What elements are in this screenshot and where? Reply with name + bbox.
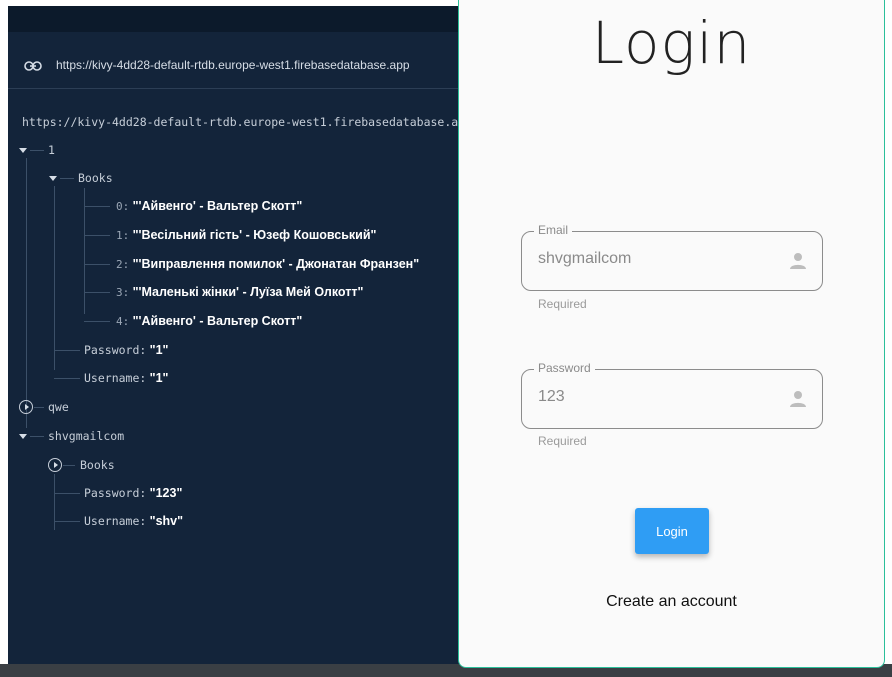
field-key: Username: [84,514,147,528]
book-index: 3: [116,286,130,299]
field-key: Password: [84,343,147,357]
database-tree: https://kivy-4dd28-default-rtdb.europe-w… [8,90,478,650]
collapse-caret-icon[interactable] [19,434,27,439]
database-toolbar [8,6,478,32]
book-entry[interactable]: 1: "'Весільний гість' - Юзеф Кошовський" [116,227,376,244]
book-entry[interactable]: 2: "'Виправлення помилок' - Джонатан Фра… [116,256,419,273]
tree-node-books[interactable]: Books [80,457,115,473]
login-card: Login Email Required Password Required L… [458,0,885,668]
account-icon [790,253,806,269]
field-value[interactable]: "1" [150,371,169,385]
screen: https://kivy-4dd28-default-rtdb.europe-w… [0,0,892,677]
password-input[interactable] [538,388,778,406]
tree-node-books[interactable]: Books [78,170,113,186]
book-entry[interactable]: 4: "'Айвенго' - Вальтер Скотт" [116,313,302,330]
tree-node-1[interactable]: 1 [48,142,55,158]
book-index: 1: [116,229,130,242]
tree-connector [54,493,80,494]
password-label: Password [534,361,595,375]
book-index: 4: [116,315,130,328]
email-input[interactable] [538,250,778,268]
book-title[interactable]: "'Весільний гість' - Юзеф Кошовський" [133,228,377,242]
collapse-caret-icon[interactable] [49,176,57,181]
book-title[interactable]: "'Айвенго' - Вальтер Скотт" [133,199,303,213]
database-url[interactable]: https://kivy-4dd28-default-rtdb.europe-w… [56,58,410,72]
tree-connector [30,436,44,437]
tree-node-shvgmailcom[interactable]: shvgmailcom [48,428,124,444]
tree-guide [26,158,27,428]
field-value[interactable]: "shv" [150,514,183,528]
link-icon [24,61,42,71]
account-icon [790,391,806,407]
expand-icon[interactable] [48,458,62,472]
field-entry[interactable]: Username: "1" [84,370,168,386]
database-panel: https://kivy-4dd28-default-rtdb.europe-w… [8,6,478,670]
tree-guide [54,186,55,370]
tree-connector [63,465,75,466]
book-title[interactable]: "'Виправлення помилок' - Джонатан Франзе… [133,257,420,271]
divider [8,88,478,89]
tree-connector [54,350,80,351]
email-helper-text: Required [538,297,587,311]
tree-connector [84,292,110,293]
book-index: 2: [116,258,130,271]
tree-connector [60,178,74,179]
field-entry[interactable]: Username: "shv" [84,513,183,529]
database-url-bar[interactable]: https://kivy-4dd28-default-rtdb.europe-w… [8,46,478,86]
field-value[interactable]: "1" [150,343,169,357]
tree-connector [84,321,110,322]
field-key: Username: [84,371,147,385]
book-entry[interactable]: 3: "'Маленькі жінки' - Луїза Мей Олкотт" [116,284,363,301]
field-entry[interactable]: Password: "123" [84,485,182,501]
tree-node-qwe[interactable]: qwe [48,399,69,415]
tree-connector [84,264,110,265]
field-key: Password: [84,486,147,500]
book-entry[interactable]: 0: "'Айвенго' - Вальтер Скотт" [116,198,302,215]
tree-root-url[interactable]: https://kivy-4dd28-default-rtdb.europe-w… [22,114,472,130]
login-button[interactable]: Login [635,508,709,554]
field-entry[interactable]: Password: "1" [84,342,168,358]
book-index: 0: [116,200,130,213]
tree-connector [34,407,44,408]
collapse-caret-icon[interactable] [19,148,27,153]
password-field[interactable]: Password [521,361,823,429]
login-title: Login [591,9,752,77]
tree-connector [84,206,110,207]
expand-icon[interactable] [19,400,33,414]
email-field[interactable]: Email [521,223,823,291]
tree-connector [54,521,80,522]
email-label: Email [534,223,573,237]
tree-connector [54,378,80,379]
tree-connector [30,150,44,151]
tree-connector [84,235,110,236]
create-account-link[interactable]: Create an account [459,593,884,611]
password-helper-text: Required [538,434,587,448]
book-title[interactable]: "'Маленькі жінки' - Луїза Мей Олкотт" [133,285,364,299]
field-value[interactable]: "123" [150,486,183,500]
book-title[interactable]: "'Айвенго' - Вальтер Скотт" [133,314,303,328]
